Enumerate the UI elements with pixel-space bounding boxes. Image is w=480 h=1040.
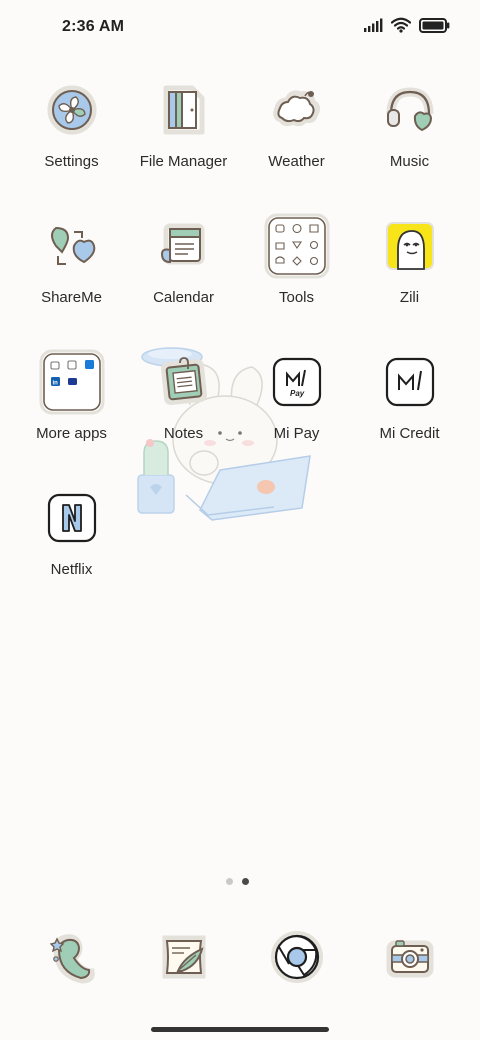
dock-chrome[interactable]	[240, 925, 353, 989]
app-label: Music	[389, 153, 430, 170]
camera-icon	[375, 925, 445, 989]
netflix-icon	[37, 483, 107, 553]
clock: 2:36 AM	[62, 18, 125, 35]
app-label: Settings	[44, 153, 99, 170]
dock	[0, 925, 480, 989]
app-zili[interactable]: Zili	[353, 211, 466, 331]
calendar-icon	[149, 211, 219, 281]
status-icons	[363, 17, 450, 33]
page-dot-1[interactable]	[226, 878, 233, 885]
app-label: Calendar	[153, 289, 214, 306]
app-weather[interactable]: Weather	[240, 75, 353, 195]
app-file-manager[interactable]: File Manager	[127, 75, 240, 195]
app-mi-credit[interactable]: Mi Credit	[353, 347, 466, 467]
svg-text:in: in	[52, 381, 58, 387]
app-netflix[interactable]: Netflix	[15, 483, 128, 603]
app-label: ShareMe	[41, 289, 102, 306]
app-tools-folder[interactable]: Tools	[240, 211, 353, 331]
music-icon	[375, 75, 445, 145]
svg-text:Pay: Pay	[290, 389, 305, 398]
app-label: Mi Pay	[273, 425, 320, 442]
zili-icon	[375, 211, 445, 281]
battery-icon	[419, 17, 450, 33]
page-dot-2-active[interactable]	[242, 878, 249, 885]
dock-messages[interactable]	[127, 925, 240, 989]
app-label: Netflix	[50, 561, 93, 578]
app-label: File Manager	[139, 153, 228, 170]
mi-credit-icon	[375, 347, 445, 417]
app-label: Weather	[268, 153, 325, 170]
app-label: Zili	[399, 289, 420, 306]
weather-icon	[262, 75, 332, 145]
more-apps-folder-icon: in	[37, 347, 107, 417]
chrome-icon	[262, 925, 332, 989]
app-label: More apps	[36, 425, 107, 442]
mi-pay-icon: Pay	[262, 347, 332, 417]
messages-icon	[149, 925, 219, 989]
app-notes[interactable]: Notes	[127, 347, 240, 467]
app-music[interactable]: Music	[353, 75, 466, 195]
app-label: Mi Credit	[379, 425, 440, 442]
app-calendar[interactable]: Calendar	[127, 211, 240, 331]
phone-icon	[37, 925, 107, 989]
file-manager-icon	[149, 75, 219, 145]
app-more-apps-folder[interactable]: in More apps	[15, 347, 128, 467]
signal-bars-icon	[364, 18, 383, 32]
page-indicator	[226, 878, 249, 885]
shareme-icon	[37, 211, 107, 281]
app-mi-pay[interactable]: Pay Mi Pay	[240, 347, 353, 467]
status-bar: 2:36 AM	[0, 0, 480, 56]
notes-icon	[149, 347, 219, 417]
home-indicator-bar[interactable]	[151, 1027, 329, 1032]
settings-icon	[37, 75, 107, 145]
app-label: Tools	[278, 289, 315, 306]
app-settings[interactable]: Settings	[15, 75, 128, 195]
tools-folder-icon	[262, 211, 332, 281]
app-label: Notes	[163, 425, 204, 442]
wifi-icon	[391, 17, 411, 33]
app-shareme[interactable]: ShareMe	[15, 211, 128, 331]
dock-camera[interactable]	[353, 925, 466, 989]
dock-phone[interactable]	[15, 925, 128, 989]
